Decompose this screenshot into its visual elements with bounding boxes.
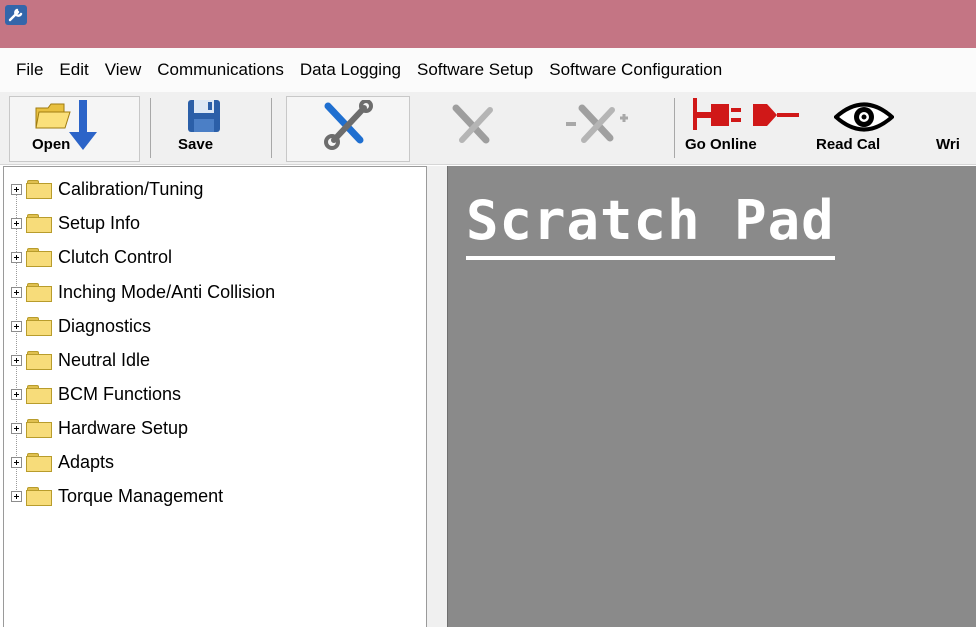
toolbar-separator	[674, 98, 675, 158]
tree-item-hardware-setup[interactable]: Hardware Setup	[11, 413, 188, 443]
tools-add-icon	[566, 104, 628, 143]
folder-icon	[26, 248, 52, 267]
expand-plus-icon[interactable]	[11, 456, 22, 468]
wrench-screwdriver-icon	[324, 100, 373, 150]
tree-item-adapts[interactable]: Adapts	[11, 447, 114, 477]
folder-icon	[26, 453, 52, 472]
toolbar-separator	[150, 98, 151, 158]
tree-item-diagnostics[interactable]: Diagnostics	[11, 311, 151, 341]
down-arrow-icon	[69, 100, 97, 150]
tree-item-label: Hardware Setup	[58, 417, 189, 438]
open-label: Open	[32, 136, 71, 153]
tree-item-label: Clutch Control	[58, 246, 173, 267]
plug-connect-icon	[693, 98, 799, 130]
tree-view[interactable]: Calibration/Tuning Setup Info Clutch Con…	[3, 166, 427, 627]
folder-icon	[26, 487, 52, 506]
toolbar-separator	[271, 98, 272, 158]
tree-item-neutral-idle[interactable]: Neutral Idle	[11, 345, 150, 375]
expand-plus-icon[interactable]	[11, 354, 22, 366]
folder-icon	[26, 351, 52, 370]
tools-button[interactable]	[300, 92, 396, 156]
tree-item-label: Calibration/Tuning	[58, 178, 204, 199]
go-online-button[interactable]: Go Online	[683, 92, 803, 156]
save-label: Save	[178, 136, 214, 153]
scratch-pad-title: Scratch Pad	[466, 188, 835, 260]
write-label: Wri	[936, 136, 960, 153]
toolbar: Open Save Go Online Read Cal Wri	[0, 92, 976, 165]
tree-item-label: Setup Info	[58, 212, 141, 233]
scratch-pad-panel[interactable]: Scratch Pad	[447, 166, 976, 627]
go-online-label: Go Online	[685, 136, 757, 153]
tree-item-label: Neutral Idle	[58, 349, 151, 370]
floppy-disk-icon	[188, 100, 220, 132]
write-button[interactable]: Wri	[932, 92, 976, 156]
read-cal-label: Read Cal	[816, 136, 881, 153]
tree-item-torque-management[interactable]: Torque Management	[11, 481, 223, 511]
menu-view[interactable]: View	[97, 48, 150, 92]
open-button[interactable]: Open	[18, 92, 97, 156]
expand-plus-icon[interactable]	[11, 490, 22, 502]
tree-item-calibration-tuning[interactable]: Calibration/Tuning	[11, 174, 203, 204]
panel-splitter[interactable]	[427, 166, 447, 627]
tree-item-label: Torque Management	[58, 485, 224, 506]
expand-plus-icon[interactable]	[11, 422, 22, 434]
expand-plus-icon[interactable]	[11, 286, 22, 298]
tools-disabled-icon	[452, 104, 493, 144]
tree-item-label: Adapts	[58, 451, 115, 472]
tree-item-label: BCM Functions	[58, 383, 182, 404]
expand-plus-icon[interactable]	[11, 217, 22, 229]
folder-icon	[26, 180, 52, 199]
expand-plus-icon[interactable]	[11, 251, 22, 263]
folder-icon	[26, 214, 52, 233]
title-bar	[0, 0, 976, 48]
folder-icon	[26, 317, 52, 336]
menu-data-logging[interactable]: Data Logging	[292, 48, 409, 92]
tree-item-inching-mode[interactable]: Inching Mode/Anti Collision	[11, 277, 275, 307]
expand-plus-icon[interactable]	[11, 388, 22, 400]
eye-icon	[834, 102, 894, 132]
menu-file[interactable]: File	[0, 48, 51, 92]
wrench-app-icon[interactable]	[5, 5, 27, 25]
tree-item-clutch-control[interactable]: Clutch Control	[11, 242, 172, 272]
tree-item-setup-info[interactable]: Setup Info	[11, 208, 140, 238]
tree-item-label: Diagnostics	[58, 315, 152, 336]
folder-icon	[26, 385, 52, 404]
tree-item-label: Inching Mode/Anti Collision	[58, 281, 276, 302]
menu-bar: File Edit View Communications Data Loggi…	[0, 48, 976, 92]
read-cal-button[interactable]: Read Cal	[812, 92, 922, 156]
expand-plus-icon[interactable]	[11, 183, 22, 195]
tree-item-bcm-functions[interactable]: BCM Functions	[11, 379, 181, 409]
menu-edit[interactable]: Edit	[51, 48, 96, 92]
tools-add-button[interactable]	[556, 92, 636, 156]
menu-communications[interactable]: Communications	[149, 48, 292, 92]
menu-software-setup[interactable]: Software Setup	[409, 48, 541, 92]
folder-icon	[26, 283, 52, 302]
tools-disabled-button[interactable]	[438, 92, 508, 156]
menu-software-configuration[interactable]: Software Configuration	[541, 48, 730, 92]
folder-icon	[26, 419, 52, 438]
expand-plus-icon[interactable]	[11, 320, 22, 332]
save-button[interactable]: Save	[172, 92, 238, 156]
